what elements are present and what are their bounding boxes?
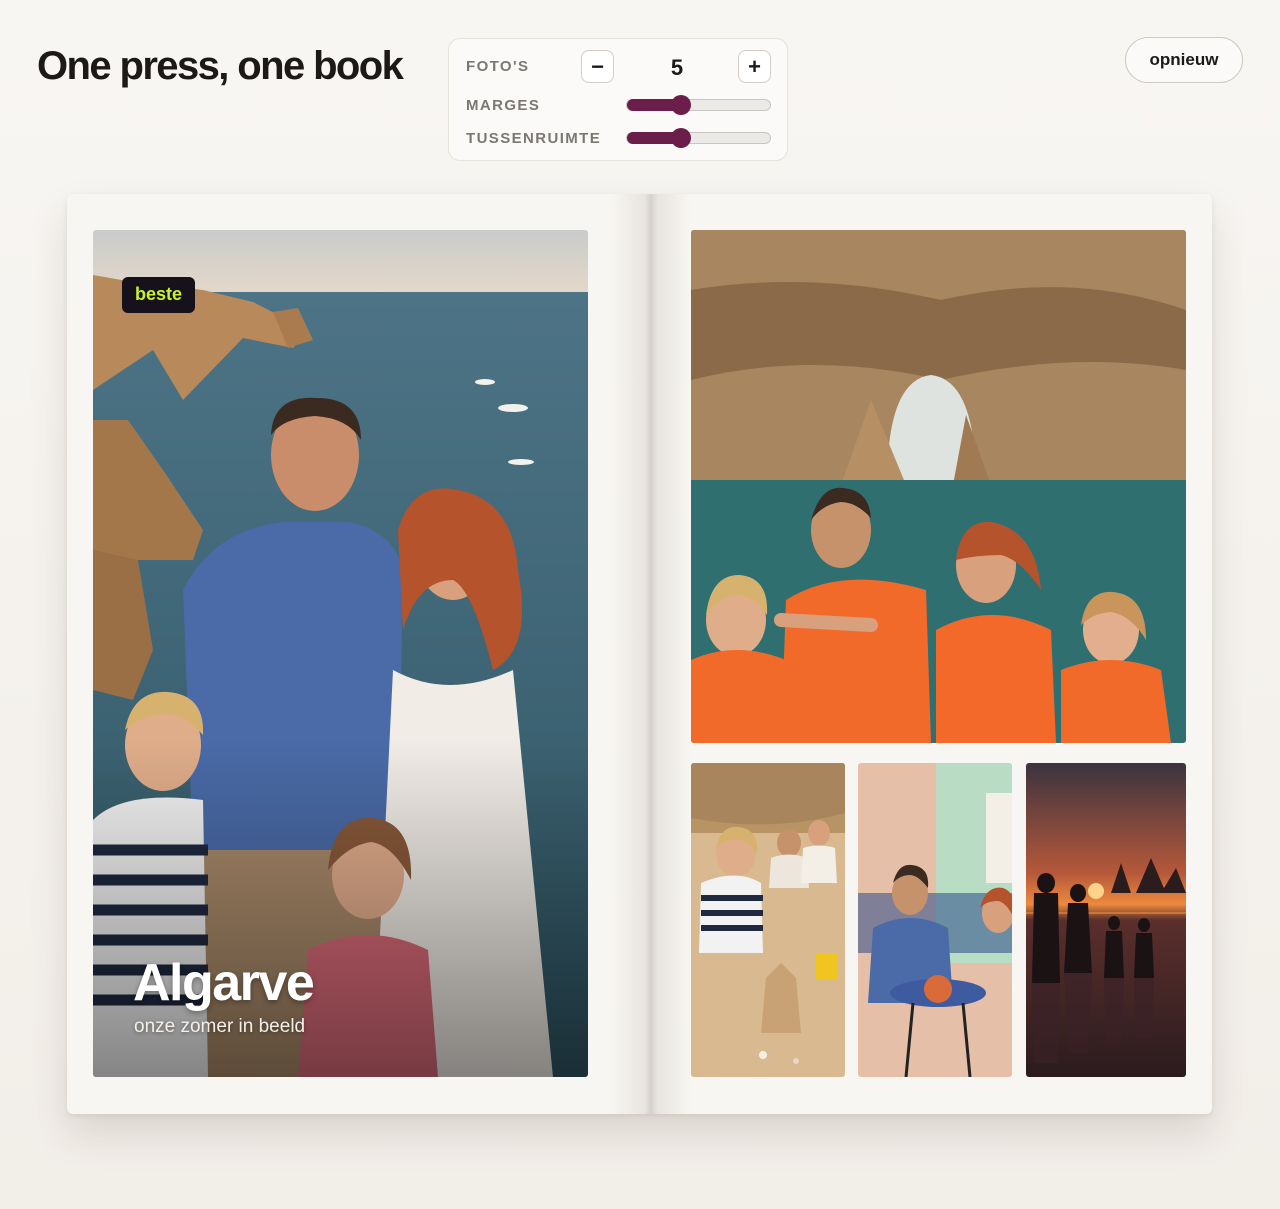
book-spine	[611, 194, 691, 1114]
margins-slider[interactable]	[626, 95, 771, 115]
spacing-label: TUSSENRUIMTE	[466, 130, 602, 147]
margins-label: MARGES	[466, 97, 541, 114]
photo-book-spread: beste Algarve onze zomer in beeld	[67, 194, 1212, 1114]
family-portrait-image	[93, 230, 588, 1077]
photo-boat-trip[interactable]	[691, 230, 1186, 743]
layout-controls-panel: FOTO'S − 5 + MARGES TUSSENRUIMTE	[448, 38, 788, 161]
boat-trip-image	[691, 230, 1186, 743]
cover-subtitle[interactable]: onze zomer in beeld	[134, 1016, 305, 1038]
sandcastle-image	[691, 763, 845, 1077]
spacing-slider-thumb[interactable]	[671, 128, 692, 148]
decrease-photos-button[interactable]: −	[581, 50, 614, 83]
reset-button[interactable]: opnieuw	[1125, 37, 1243, 83]
spacing-slider[interactable]	[626, 128, 771, 148]
photo-sandcastle[interactable]	[691, 763, 845, 1077]
photo-sunset-beach[interactable]	[1026, 763, 1186, 1077]
terrace-dinner-image	[858, 763, 1012, 1077]
cover-photo[interactable]: beste Algarve onze zomer in beeld	[93, 230, 588, 1077]
photos-count-value: 5	[670, 55, 684, 80]
increase-photos-button[interactable]: +	[738, 50, 771, 83]
cover-title[interactable]: Algarve	[133, 953, 315, 1013]
margins-slider-thumb[interactable]	[671, 95, 692, 115]
best-photo-badge: beste	[122, 277, 196, 313]
page-title: One press, one book	[37, 44, 404, 88]
photos-count-label: FOTO'S	[466, 58, 530, 75]
photo-terrace-dinner[interactable]	[858, 763, 1012, 1077]
sunset-beach-image	[1026, 763, 1186, 1077]
